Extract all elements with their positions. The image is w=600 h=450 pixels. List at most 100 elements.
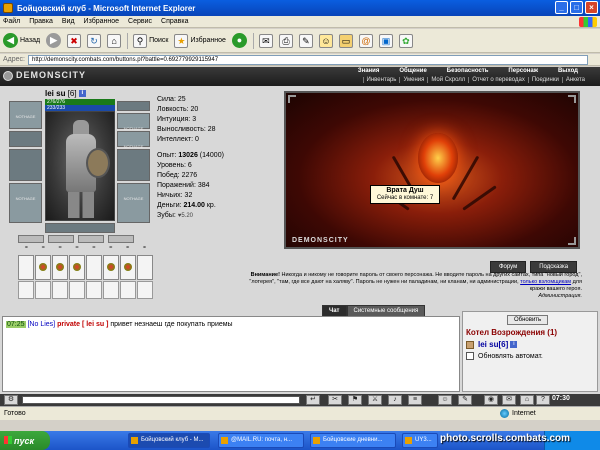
- stop-chat-icon[interactable]: ◉: [484, 395, 498, 405]
- potion-slot[interactable]: [86, 255, 102, 280]
- filter-icon[interactable]: ⚑: [348, 395, 362, 405]
- message-sender[interactable]: [No Lies]: [27, 321, 55, 328]
- warning-link[interactable]: только взломщикам: [520, 279, 571, 285]
- bracer-slot[interactable]: [9, 131, 42, 147]
- clear-icon[interactable]: ✂: [328, 395, 342, 405]
- gloves-slot[interactable]: [117, 149, 150, 181]
- potion-slot[interactable]: [52, 255, 68, 280]
- ring-slot-icon[interactable]: ⚭: [35, 244, 52, 252]
- shield-slot[interactable]: NOTHAGE: [117, 183, 150, 223]
- extra-slot[interactable]: [120, 281, 136, 299]
- soul-gate-portal[interactable]: [418, 133, 458, 183]
- favorites-button[interactable]: ★ Избранное: [174, 33, 226, 48]
- ring-slot-icon[interactable]: ⚭: [52, 244, 69, 252]
- menu-favorites[interactable]: Избранное: [84, 18, 119, 25]
- send-icon[interactable]: ↵: [306, 395, 320, 405]
- extra-slot[interactable]: [137, 281, 153, 299]
- ring-slot-icon[interactable]: ⚭: [69, 244, 86, 252]
- belt-slot[interactable]: [108, 235, 134, 243]
- nav-communication[interactable]: Общение: [389, 68, 436, 74]
- room-user-name[interactable]: lei su[6]: [478, 340, 508, 349]
- media-button[interactable]: ●: [231, 33, 247, 48]
- nav-my-scroll[interactable]: Мой Скролл: [427, 77, 468, 83]
- earring-slot[interactable]: [117, 101, 150, 111]
- chat-input[interactable]: [22, 396, 300, 404]
- stop-button[interactable]: ✖: [67, 33, 82, 48]
- search-button[interactable]: ⚲ Поиск: [133, 33, 168, 48]
- auto-refresh-toggle[interactable]: Обновлять автомат.: [466, 352, 543, 360]
- home-button[interactable]: ⌂: [107, 33, 122, 48]
- potion-slot[interactable]: [103, 255, 119, 280]
- auto-refresh-checkbox[interactable]: [466, 352, 474, 360]
- info-icon[interactable]: i: [510, 341, 518, 349]
- menu-help[interactable]: Справка: [161, 18, 188, 25]
- armor-slot[interactable]: NOTHAGE: [9, 183, 42, 223]
- potion-slot[interactable]: [69, 255, 85, 280]
- ring-slot-icon[interactable]: ⚭: [18, 244, 35, 252]
- room-user[interactable]: lei su[6] i: [466, 340, 518, 349]
- amulet-slot[interactable]: NOTHAGE: [117, 113, 150, 131]
- minimize-button[interactable]: _: [555, 1, 568, 14]
- nav-profile[interactable]: Анкета: [561, 77, 588, 83]
- chat-log[interactable]: 07:25 [No Lies] private [ lei su ] приве…: [2, 316, 460, 392]
- folder-button[interactable]: ▭: [338, 33, 353, 48]
- location-scene[interactable]: Врата Душ Сейчас в комнате: 7 DEMONSCITY: [284, 91, 580, 249]
- weapon-slot[interactable]: [9, 149, 42, 181]
- ring-slot-icon[interactable]: ⚭: [136, 244, 153, 252]
- help-icon[interactable]: ?: [536, 395, 550, 405]
- close-button[interactable]: ×: [585, 1, 598, 14]
- task-button[interactable]: Бойцовские дневни...: [310, 433, 396, 448]
- extra-slot[interactable]: [103, 281, 119, 299]
- nav-security[interactable]: Безопасность: [437, 68, 499, 74]
- ring-slot-icon[interactable]: ⚭: [102, 244, 119, 252]
- ring-slot-icon[interactable]: ⚭: [119, 244, 136, 252]
- potion-slot[interactable]: [35, 255, 51, 280]
- icq-button[interactable]: ✿: [398, 33, 413, 48]
- nav-exit[interactable]: Выход: [548, 68, 588, 74]
- ring-slot-icon[interactable]: ⚭: [86, 244, 103, 252]
- extra-slot[interactable]: [86, 281, 102, 299]
- extra-slot[interactable]: [35, 281, 51, 299]
- chat-settings-icon[interactable]: ⚙: [4, 395, 18, 405]
- helmet-slot[interactable]: NOTHAGE: [9, 101, 42, 129]
- menu-edit[interactable]: Правка: [29, 18, 53, 25]
- nav-skills[interactable]: Умения: [399, 77, 427, 83]
- belt-slot[interactable]: [18, 235, 44, 243]
- start-button[interactable]: пуск: [0, 431, 50, 450]
- forward-button[interactable]: ▶: [46, 33, 62, 48]
- potion-slot[interactable]: [18, 255, 34, 280]
- refresh-button[interactable]: ↻: [87, 33, 102, 48]
- print-button[interactable]: ⎙: [278, 33, 293, 48]
- fight-icon[interactable]: ⚔: [368, 395, 382, 405]
- gift-icon[interactable]: ✉: [502, 395, 516, 405]
- menu-view[interactable]: Вид: [62, 18, 75, 25]
- menu-file[interactable]: Файл: [3, 18, 20, 25]
- belt-slot[interactable]: [48, 235, 74, 243]
- sound-icon[interactable]: ♪: [388, 395, 402, 405]
- menu-tools[interactable]: Сервис: [128, 18, 152, 25]
- ring-slot[interactable]: NOTHAGE: [117, 131, 150, 149]
- potion-slot[interactable]: [137, 255, 153, 280]
- smile-icon[interactable]: ☺: [438, 395, 452, 405]
- nav-knowledge[interactable]: Знания: [348, 68, 390, 74]
- site-logo[interactable]: DEMONSCITY: [16, 70, 86, 80]
- maximize-button[interactable]: □: [570, 1, 583, 14]
- research-button[interactable]: ▣: [378, 33, 393, 48]
- extra-slot[interactable]: [18, 281, 34, 299]
- task-button[interactable]: @MAIL.RU: почта, н...: [218, 433, 304, 448]
- refresh-room-button[interactable]: Обновить: [507, 315, 549, 325]
- nav-fights[interactable]: Поединки: [527, 77, 562, 83]
- address-input[interactable]: http://demonscity.combats.com/buttons.pl…: [27, 54, 588, 65]
- task-button[interactable]: UY3...: [402, 433, 438, 448]
- list-icon[interactable]: ≡: [408, 395, 422, 405]
- info-icon[interactable]: i: [78, 90, 86, 98]
- messenger-button[interactable]: ☺: [318, 33, 333, 48]
- boots-slot[interactable]: [45, 223, 115, 233]
- task-button[interactable]: Бойцовский клуб - M...: [128, 433, 210, 448]
- character-portrait[interactable]: [45, 111, 115, 221]
- edit-button[interactable]: ✎: [298, 33, 313, 48]
- back-button[interactable]: ◀ Назад: [3, 33, 40, 48]
- extra-slot[interactable]: [52, 281, 68, 299]
- belt-slot[interactable]: [78, 235, 104, 243]
- nav-character[interactable]: Персонаж: [498, 68, 548, 74]
